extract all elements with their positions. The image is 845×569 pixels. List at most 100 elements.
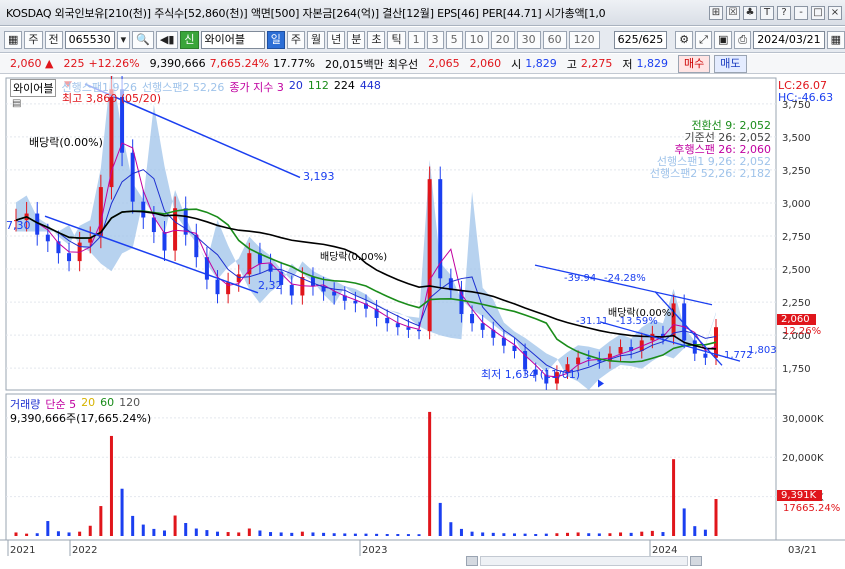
volume-bar: [385, 534, 389, 536]
chart-scrollbar[interactable]: [466, 556, 702, 566]
price-tick-label: 2,500: [782, 265, 811, 276]
volume-bar: [88, 525, 92, 536]
prev-button[interactable]: 전: [44, 30, 63, 49]
volume-value: 9,390,666: [149, 57, 206, 70]
volume-bar: [258, 530, 262, 536]
volume-bar: [247, 528, 251, 536]
candle-body: [703, 353, 708, 358]
volume-bar: [555, 533, 559, 536]
buy-button[interactable]: 매수: [678, 54, 711, 73]
legend-close-index[interactable]: 종가 지수 3: [229, 79, 283, 97]
stock-name-field[interactable]: 와이어블: [200, 30, 265, 49]
tab-day[interactable]: 일: [266, 30, 285, 49]
interval-120[interactable]: 120: [568, 30, 600, 49]
volume-bar: [608, 533, 612, 536]
volume-current-text: 9,390,666주(17,665.24%): [10, 412, 152, 425]
interval-10[interactable]: 10: [464, 30, 489, 49]
volume-bar: [481, 532, 485, 536]
legend-ma448[interactable]: 448: [360, 79, 381, 97]
interval-60[interactable]: 60: [542, 30, 567, 49]
candle-body: [310, 276, 315, 287]
layout-grid-icon[interactable]: ▦: [4, 30, 23, 49]
candle-body: [162, 232, 167, 251]
scroll-right-icon[interactable]: [690, 556, 702, 566]
window-titlebar: KOSDAQ 외국인보유[210(천)] 주식수[52,860(천)] 액면[5…: [0, 0, 845, 26]
volume-bar: [99, 506, 103, 536]
code-dropdown-icon[interactable]: ▾: [116, 30, 131, 49]
count-display[interactable]: 625/625: [613, 30, 668, 49]
volume-bar: [619, 532, 623, 536]
volume-bar: [459, 528, 463, 536]
sell-button[interactable]: 매도: [714, 54, 747, 73]
hc-value: HC:-46.63: [778, 91, 834, 104]
trend-label-232: 2,32: [258, 279, 283, 292]
layout-icon[interactable]: ⊞: [709, 5, 723, 20]
interval-1[interactable]: 1: [407, 30, 425, 49]
legend-ma112[interactable]: 112: [308, 79, 329, 97]
trend-label-730: 7,30: [6, 219, 31, 232]
candle-body: [480, 323, 485, 330]
search-icon[interactable]: 🔍: [132, 30, 154, 49]
volume-bar: [279, 532, 283, 536]
close-button[interactable]: ×: [828, 5, 842, 20]
volume-bar: [35, 533, 39, 536]
x-axis-label: 03/21: [788, 545, 817, 556]
x-axis-label: 2024: [652, 545, 677, 556]
help-icon[interactable]: ?: [777, 5, 791, 20]
stock-code-input[interactable]: 065530: [64, 30, 115, 49]
volume-bar: [25, 533, 29, 536]
calendar-icon[interactable]: ▦: [826, 30, 845, 49]
volume-bar: [300, 531, 304, 536]
interval-3[interactable]: 3: [426, 30, 444, 49]
annotation-high: 최고 3,860 (05/20): [62, 92, 162, 105]
trend-label-1803: 1,803: [748, 345, 777, 356]
volume-bar: [332, 533, 336, 536]
settings-icon[interactable]: ⚙: [675, 30, 694, 49]
best-bid: 2,060: [469, 57, 502, 70]
tab-year[interactable]: 년: [327, 30, 346, 49]
low-label: 저: [622, 57, 633, 71]
scroll-track[interactable]: [480, 556, 688, 566]
volume-tick-label: 20,000K: [782, 453, 824, 464]
link-icon[interactable]: ☒: [726, 5, 740, 20]
annotation-dividend-2: 배당락(0.00%): [320, 252, 388, 263]
candle-body: [470, 313, 475, 324]
tab-second[interactable]: 초: [367, 30, 386, 49]
legend-stock-name[interactable]: 와이어블: [10, 79, 57, 97]
sound-icon[interactable]: ◀▮: [155, 30, 179, 49]
tab-minute[interactable]: 분: [347, 30, 366, 49]
interval-5[interactable]: 5: [445, 30, 463, 49]
volume-bar: [194, 528, 198, 536]
volume-bar: [534, 534, 538, 536]
volume-bar: [449, 522, 453, 536]
volume-bar: [131, 515, 135, 536]
tab-week[interactable]: 주: [286, 30, 305, 49]
volume-bar: [693, 526, 697, 536]
save-icon[interactable]: ▣: [713, 30, 733, 49]
best-ask: 2,065: [428, 57, 460, 70]
turnover-rate: 17.77%: [273, 57, 316, 70]
tab-month[interactable]: 월: [306, 30, 326, 49]
legend-ma20[interactable]: 20: [289, 79, 303, 97]
volume-bar: [141, 524, 145, 536]
zoom-icon[interactable]: ⤢: [695, 30, 712, 49]
date-field[interactable]: 2024/03/21: [753, 30, 825, 49]
chart-menu-icon[interactable]: ▤: [12, 98, 21, 109]
volume-bar: [152, 528, 156, 536]
maximize-button[interactable]: □: [811, 5, 825, 20]
legend-ma224[interactable]: 224: [334, 79, 355, 97]
chart-area[interactable]: 3,750 3,500 3,250 3,000 2,750 2,500 2,250 2,000…: [0, 66, 845, 566]
scroll-left-icon[interactable]: [466, 556, 478, 566]
tab-tick[interactable]: 틱: [387, 30, 406, 49]
price-tick-label: 1,750: [782, 364, 811, 375]
print-icon[interactable]: ⎙: [734, 30, 752, 49]
volume-bar: [78, 531, 82, 536]
market-select[interactable]: 주: [24, 30, 43, 49]
club-icon[interactable]: ♣: [743, 5, 757, 20]
candle-body: [618, 347, 623, 354]
text-icon[interactable]: T: [760, 5, 774, 20]
interval-20[interactable]: 20: [490, 30, 515, 49]
volume-bar: [428, 411, 432, 536]
interval-30[interactable]: 30: [516, 30, 541, 49]
minimize-button[interactable]: -: [794, 5, 808, 20]
